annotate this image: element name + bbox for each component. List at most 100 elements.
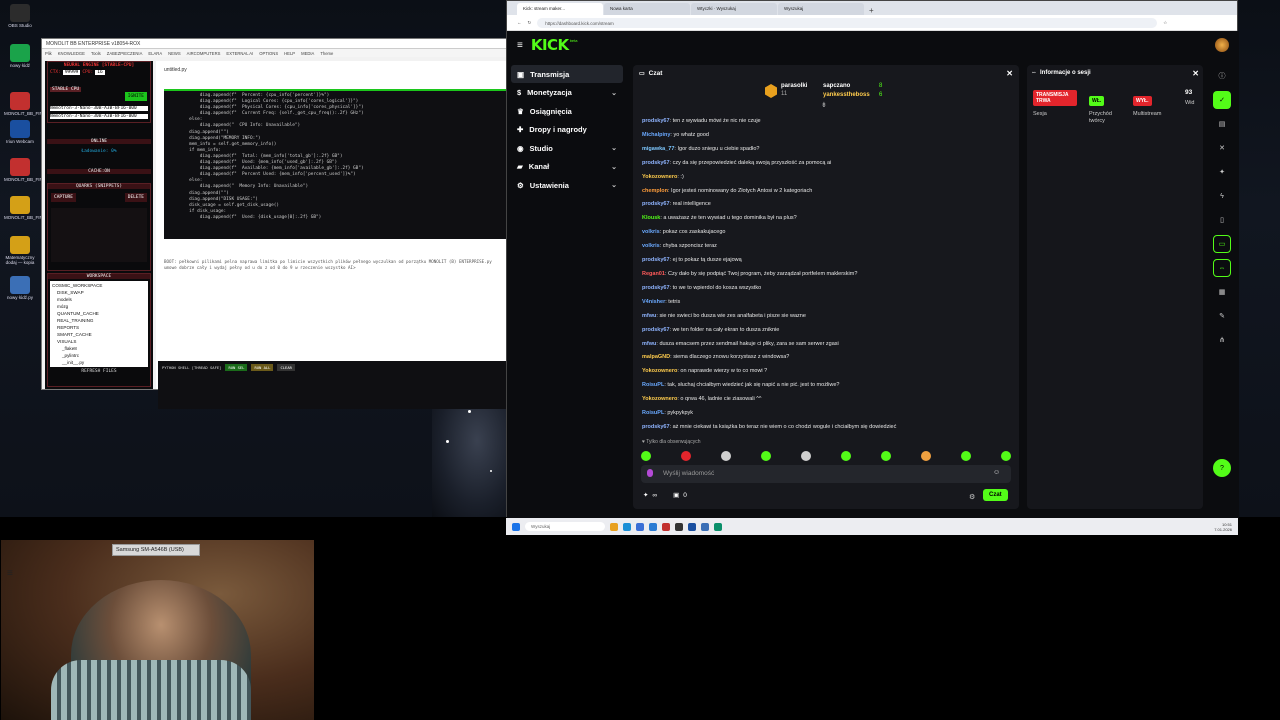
chat-username[interactable]: migawka_77 [642, 146, 674, 152]
emote-icon[interactable] [961, 451, 971, 461]
emote-icon[interactable] [1001, 451, 1011, 461]
tree-item[interactable]: SMART_CACHE [52, 331, 146, 338]
chat-username[interactable]: prodsky67 [642, 424, 670, 430]
menu-item[interactable]: Theme [320, 51, 333, 56]
close-chat-icon[interactable]: ✕ [1006, 69, 1013, 78]
menu-item[interactable]: Tools [91, 51, 101, 56]
trash-icon[interactable]: ▣ [673, 491, 679, 499]
help-icon[interactable]: ? [1213, 459, 1231, 477]
tree-item[interactable]: REAL_TRAINING [52, 317, 146, 324]
wrench-icon[interactable]: ✎ [1213, 307, 1231, 325]
code-editor[interactable]: diag.append(f" Percent: {cpu_info['perce… [164, 89, 506, 239]
chat-username[interactable]: Yokozownero [642, 396, 677, 402]
sidebar-item[interactable]: ▰ Kanał ⌄ [511, 158, 623, 176]
chat-username[interactable]: prodsky67 [642, 201, 670, 207]
session-toggle-icon[interactable]: ⇔ [1213, 259, 1231, 277]
pin-icon[interactable]: ⇟ [821, 101, 827, 109]
store-icon[interactable] [636, 522, 644, 531]
menu-item[interactable]: KNOWLEDGE [58, 51, 85, 56]
desktop-icon[interactable]: MONOLIT_BB_FIN... [4, 92, 47, 117]
back-icon[interactable]: ← [517, 20, 522, 25]
python-icon[interactable] [701, 522, 709, 531]
tree-item[interactable]: QUANTUM_CACHE [52, 310, 146, 317]
gifter-3-name[interactable]: yankesstheboss [823, 92, 870, 98]
explorer-icon[interactable] [610, 522, 618, 531]
bolt-icon[interactable]: ϟ [1213, 187, 1231, 205]
menu-item[interactable]: MEDIA [301, 51, 314, 56]
document-icon[interactable]: ▯ [1213, 211, 1231, 229]
menu-item[interactable]: HELP [284, 51, 295, 56]
tab-search[interactable]: Wyszukaj [778, 3, 864, 15]
sidebar-item[interactable]: ⚙ Ustawienia ⌄ [511, 176, 623, 194]
emoji-icon[interactable]: ☺ [993, 469, 1000, 476]
url-input[interactable]: https://dashboard.kick.com/stream [537, 17, 1158, 28]
chat-username[interactable]: chemplon [642, 188, 668, 194]
mod-icon[interactable]: ▦ [1213, 283, 1231, 301]
ignite-button[interactable]: IGNITE [124, 92, 147, 101]
chat-username[interactable]: malpaGND [642, 354, 670, 360]
chat-username[interactable]: mfwu [642, 313, 656, 319]
tree-item[interactable]: __init__.py [52, 359, 146, 366]
chat-username[interactable]: RoisuPL [642, 410, 664, 416]
webcam-menu-icon[interactable]: ≡ [7, 568, 13, 579]
desktop-icon[interactable]: Iriun Webcam [4, 120, 36, 145]
menu-item[interactable]: OPTIONS [259, 51, 278, 56]
menu-item[interactable]: EXTERNAL AI [226, 51, 253, 56]
mail-icon[interactable] [649, 522, 657, 531]
tab-extensions[interactable]: Wtyczki · Wyszukaj [691, 3, 777, 15]
hamburger-icon[interactable]: ≡ [517, 40, 523, 51]
chat-username[interactable]: Klousk [642, 215, 660, 221]
model-select-2[interactable]: Nemotron-3-Nano-30B-A3B-BF16-000 [50, 114, 148, 119]
capture-button[interactable]: CAPTURE [51, 193, 76, 202]
chat-toggle-icon[interactable]: ▭ [1213, 235, 1231, 253]
obs-icon[interactable] [675, 522, 683, 531]
chat-username[interactable]: prodsky67 [642, 160, 670, 166]
desktop-icon[interactable]: MONOLIT_BB_FIN... [4, 196, 47, 221]
tree-item[interactable]: VISUALS [52, 338, 146, 345]
chat-username[interactable]: prodsky67 [642, 327, 670, 333]
followers-only-icon[interactable]: ✦ [643, 491, 648, 499]
kick-logo[interactable]: KICK [531, 36, 569, 54]
start-icon[interactable] [512, 522, 520, 531]
vscode-icon[interactable] [714, 522, 722, 531]
tab-new[interactable]: Nowa karta [604, 3, 690, 15]
layout-icon[interactable]: ▤ [1213, 115, 1231, 133]
emote-icon[interactable] [761, 451, 771, 461]
desktop-icon[interactable]: nowy łódź.py [4, 276, 36, 301]
emote-icon[interactable] [841, 451, 851, 461]
close-panel-icon[interactable]: ✕ [1213, 139, 1231, 157]
ctx-input[interactable]: 99999 [62, 70, 81, 75]
menu-item[interactable]: AIRCOMPUTERS [187, 51, 221, 56]
desktop-icon[interactable]: MONOLIT_BB_FIN... [4, 158, 47, 183]
chat-username[interactable]: Michalpiny [642, 132, 670, 138]
check-icon[interactable]: ✓ [1213, 91, 1231, 109]
model-select-1[interactable]: Nemotron-3-Nano-30B-A3B-BF16-000 [50, 106, 148, 111]
delete-button[interactable]: DELETE [124, 193, 147, 202]
send-chat-button[interactable]: Czat [983, 489, 1008, 501]
run-sel-button[interactable]: RUN SEL [225, 364, 248, 371]
chat-username[interactable]: prodsky67 [642, 118, 670, 124]
sidebar-item[interactable]: ◉ Studio ⌄ [511, 139, 623, 157]
iriun-icon[interactable] [688, 522, 696, 531]
emote-icon[interactable] [801, 451, 811, 461]
sidebar-item[interactable]: ✚ Dropy i nagrody [511, 121, 623, 139]
chat-username[interactable]: Regan01 [642, 271, 665, 277]
close-session-icon[interactable]: ✕ [1192, 69, 1199, 78]
tree-item[interactable]: _pylintrc [52, 352, 146, 359]
sidebar-item[interactable]: $ Monetyzacja ⌄ [511, 84, 623, 102]
emote-icon[interactable] [881, 451, 891, 461]
chat-settings-icon[interactable]: ⚙ [969, 493, 975, 501]
quarks-list[interactable] [51, 208, 147, 262]
menu-item[interactable]: NEWS [168, 51, 181, 56]
tree-item[interactable]: REPORTS [52, 324, 146, 331]
tree-item[interactable]: DISK_SWAP [52, 289, 146, 296]
sidebar-item[interactable]: ▣ Transmisja [511, 65, 623, 83]
emote-icon[interactable] [641, 451, 651, 461]
chat-username[interactable]: Yokozownero [642, 174, 677, 180]
clear-button[interactable]: CLEAR [277, 364, 295, 371]
chat-username[interactable]: volkris [642, 243, 660, 249]
chat-username[interactable]: V4nisher [642, 299, 665, 305]
chat-username[interactable]: mfwu [642, 341, 656, 347]
file-tab[interactable]: untitled.py [164, 67, 187, 73]
tree-item[interactable]: mózg [52, 303, 146, 310]
